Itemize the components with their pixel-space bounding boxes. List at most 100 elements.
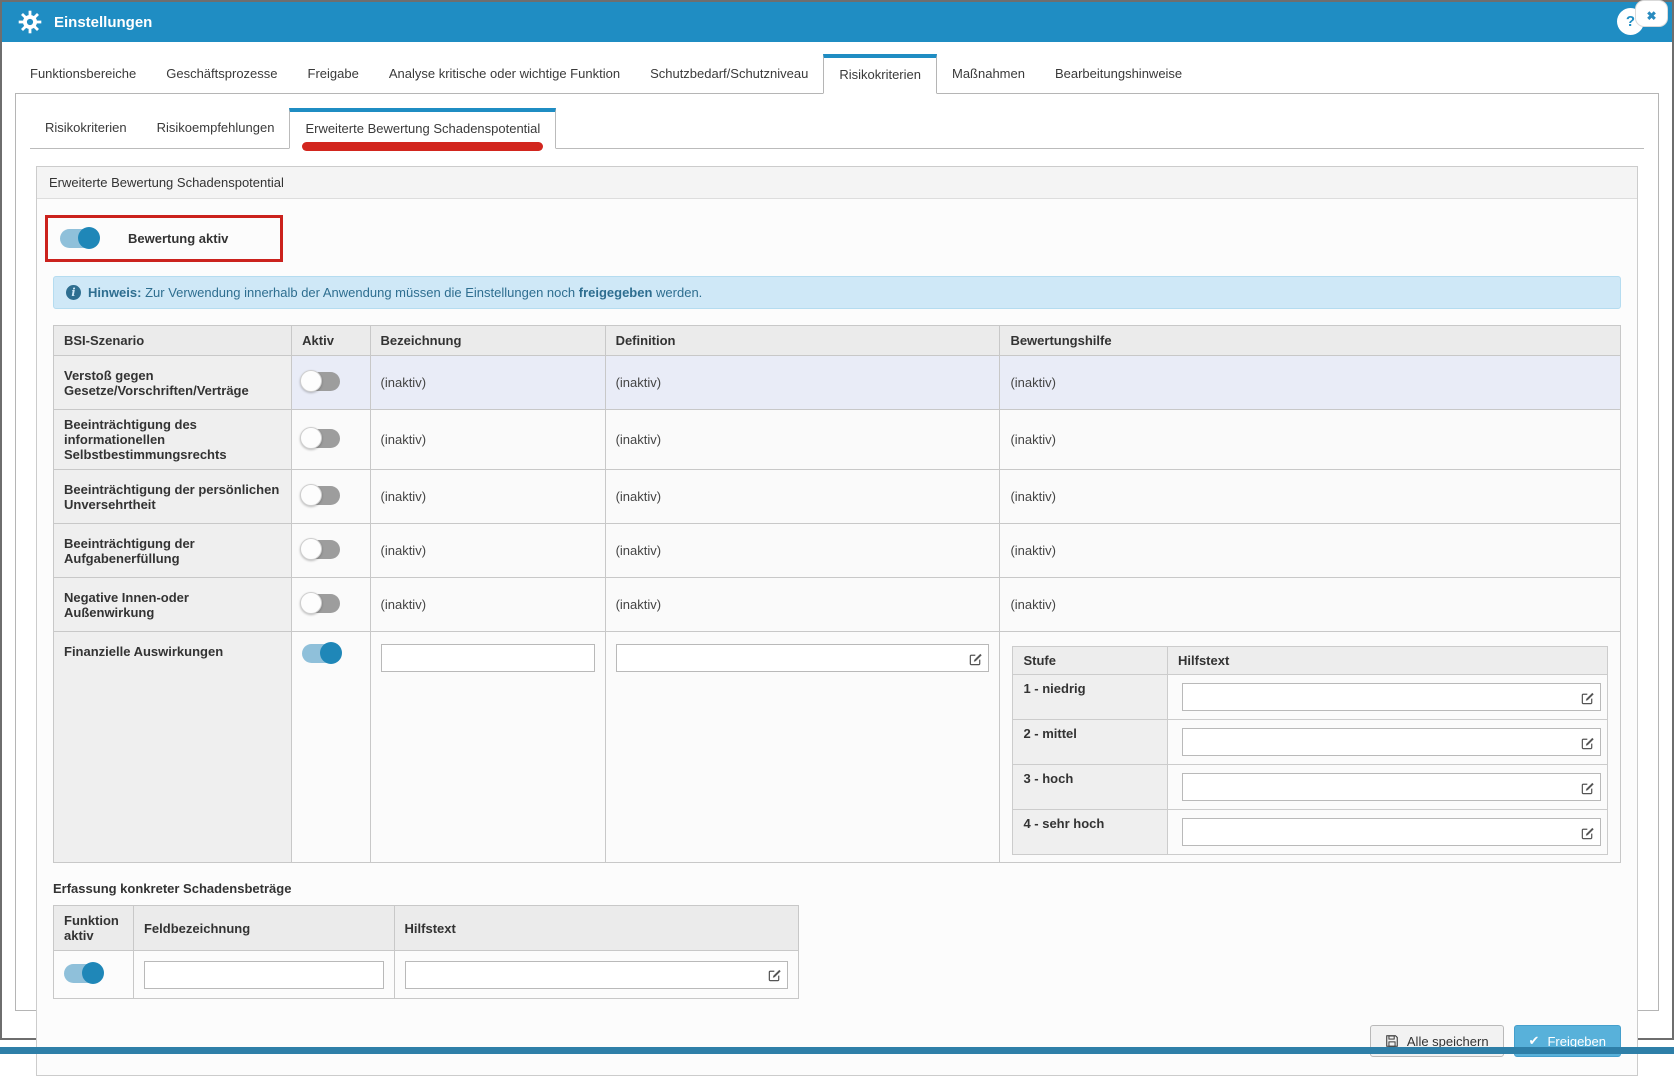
col-funktion-aktiv: Funktion aktiv [54,906,134,951]
rating-help-row-4-sehr-hoch: 4 - sehr hoch [1013,810,1608,855]
edit-icon[interactable] [761,967,787,982]
row-active-toggle[interactable] [302,540,340,559]
notice-after: werden. [656,285,702,300]
scenario-row-finanzielle-auswirkungen: Finanzielle Auswirkungen [54,632,1621,863]
tab-analyse-kritische-oder-wichtige-funktion[interactable]: Analyse kritische oder wichtige Funktion [374,54,635,93]
definition-cell: (inaktiv) [605,578,1000,632]
toggle-knob [300,370,322,392]
edit-icon[interactable] [962,651,988,666]
inactive-text: (inaktiv) [1010,489,1056,504]
scenario-row-beeinträchtigung-der-persönlichen-unversehrtheit: Beeinträchtigung der persönlichen Unvers… [54,470,1621,524]
tab-funktionsbereiche[interactable]: Funktionsbereiche [15,54,151,93]
tab-freigabe[interactable]: Freigabe [293,54,374,93]
scenario-name: Verstoß gegen Gesetze/Vorschriften/Vertr… [54,356,292,410]
rating-help-table: Stufe Hilfstext 1 - niedrig2 - mittel3 -… [1012,646,1608,855]
feldbezeichnung-cell [133,951,394,999]
rating-help-row-1-niedrig: 1 - niedrig [1013,675,1608,720]
funktion-aktiv-toggle[interactable] [64,964,102,983]
scenario-table-body: Verstoß gegen Gesetze/Vorschriften/Vertr… [54,356,1621,632]
tab-risikokriterien[interactable]: Risikokriterien [823,54,937,94]
hilfstext-cell [1168,675,1608,720]
row-active-toggle[interactable] [302,486,340,505]
bewertung-aktiv-toggle[interactable] [60,229,98,248]
subtab-risikokriterien[interactable]: Risikokriterien [30,108,142,148]
hilfstext-input[interactable] [1183,819,1574,845]
hilfstext-input[interactable] [1183,684,1574,710]
scenario-name: Beeinträchtigung der persönlichen Unvers… [54,470,292,524]
aktiv-cell [292,410,370,470]
panel-body: Bewertung aktiv i Hinweis: Zur Verwendun… [37,199,1637,1075]
notice-label: Hinweis: [88,285,141,300]
tab-label: Maßnahmen [952,66,1025,81]
col-hilfstext: Hilfstext [1168,647,1608,675]
col-definition: Definition [605,326,1000,356]
definition-input[interactable] [617,645,963,671]
row-active-toggle[interactable] [302,644,340,663]
annotation-red-underline [302,142,543,151]
definition-cell: (inaktiv) [605,356,1000,410]
toggle-knob [320,642,342,664]
damage-section-title: Erfassung konkreter Schadensbeträge [53,881,1621,896]
toggle-knob [82,962,104,984]
col-feldbezeichnung: Feldbezeichnung [133,906,394,951]
row-active-toggle[interactable] [302,372,340,391]
scenario-row-negative-innen-oder-außenwirkung: Negative Innen-oder Außenwirkung (inaktiv… [54,578,1621,632]
inactive-text: (inaktiv) [381,432,427,447]
subtab-risikoempfehlungen[interactable]: Risikoempfehlungen [142,108,290,148]
subtab-label: Erweiterte Bewertung Schadenspotential [305,121,540,136]
tab-maßnahmen[interactable]: Maßnahmen [937,54,1040,93]
funktion-aktiv-cell [54,951,134,999]
titlebar: Einstellungen ? ✖ [2,2,1672,42]
inactive-text: (inaktiv) [616,489,662,504]
tab-label: Geschäftsprozesse [166,66,277,81]
close-icon[interactable]: ✖ [1635,0,1668,27]
edit-icon[interactable] [1574,825,1600,840]
inactive-text: (inaktiv) [616,375,662,390]
scenario-row-beeinträchtigung-des-informationellen-selbstbestimmungsrechts: Beeinträchtigung des informationellen Se… [54,410,1621,470]
hilfstext-cell [1168,810,1608,855]
damage-header-row: Funktion aktiv Feldbezeichnung Hilfstext [54,906,799,951]
hilfstext-input[interactable] [406,962,761,988]
stufe-label: 2 - mittel [1013,720,1168,765]
row-active-toggle[interactable] [302,594,340,613]
tab-content: Risikokriterien Risikoempfehlungen Erweite… [15,93,1659,1011]
edit-icon[interactable] [1574,690,1600,705]
rating-help-body: 1 - niedrig2 - mittel3 - hoch4 - sehr ho… [1013,675,1608,855]
scenario-name: Beeinträchtigung des informationellen Se… [54,410,292,470]
bezeichnung-cell: (inaktiv) [370,410,605,470]
definition-cell: (inaktiv) [605,524,1000,578]
subtab-label: Risikokriterien [45,120,127,135]
definition-cell: (inaktiv) [605,470,1000,524]
col-aktiv: Aktiv [292,326,370,356]
hilfstext-cell [394,951,798,999]
hilfstext-input[interactable] [1183,774,1574,800]
rating-help-row-3-hoch: 3 - hoch [1013,765,1608,810]
hilfstext-input[interactable] [1183,729,1574,755]
scenario-name: Beeinträchtigung der Aufgabenerfüllung [54,524,292,578]
rating-help-row-2-mittel: 2 - mittel [1013,720,1608,765]
tab-geschäftsprozesse[interactable]: Geschäftsprozesse [151,54,292,93]
aktiv-cell [292,470,370,524]
inactive-text: (inaktiv) [1010,543,1056,558]
bezeichnung-input[interactable] [381,644,595,672]
inactive-text: (inaktiv) [1010,375,1056,390]
tab-label: Funktionsbereiche [30,66,136,81]
aktiv-cell [292,632,370,863]
toggle-knob [78,227,100,249]
edit-icon[interactable] [1574,735,1600,750]
scenario-name: Negative Innen-oder Außenwirkung [54,578,292,632]
annotation-red-box: Bewertung aktiv [45,215,283,262]
bezeichnung-cell: (inaktiv) [370,470,605,524]
subtab-erweiterte-bewertung-schadenspotential[interactable]: Erweiterte Bewertung Schadenspotential [289,108,556,149]
bewertungshilfe-cell: (inaktiv) [1000,410,1621,470]
col-bezeichnung: Bezeichnung [370,326,605,356]
tab-bearbeitungshinweise[interactable]: Bearbeitungshinweise [1040,54,1197,93]
edit-icon[interactable] [1574,780,1600,795]
scenario-row-verstoß-gegen-gesetze-vorschriften-verträge: Verstoß gegen Gesetze/Vorschriften/Vertr… [54,356,1621,410]
bezeichnung-cell: (inaktiv) [370,524,605,578]
tab-schutzbedarf-schutzniveau[interactable]: Schutzbedarf/Schutzniveau [635,54,823,93]
row-active-toggle[interactable] [302,429,340,448]
feldbezeichnung-input[interactable] [144,961,384,989]
damage-row [54,951,799,999]
inactive-text: (inaktiv) [616,432,662,447]
